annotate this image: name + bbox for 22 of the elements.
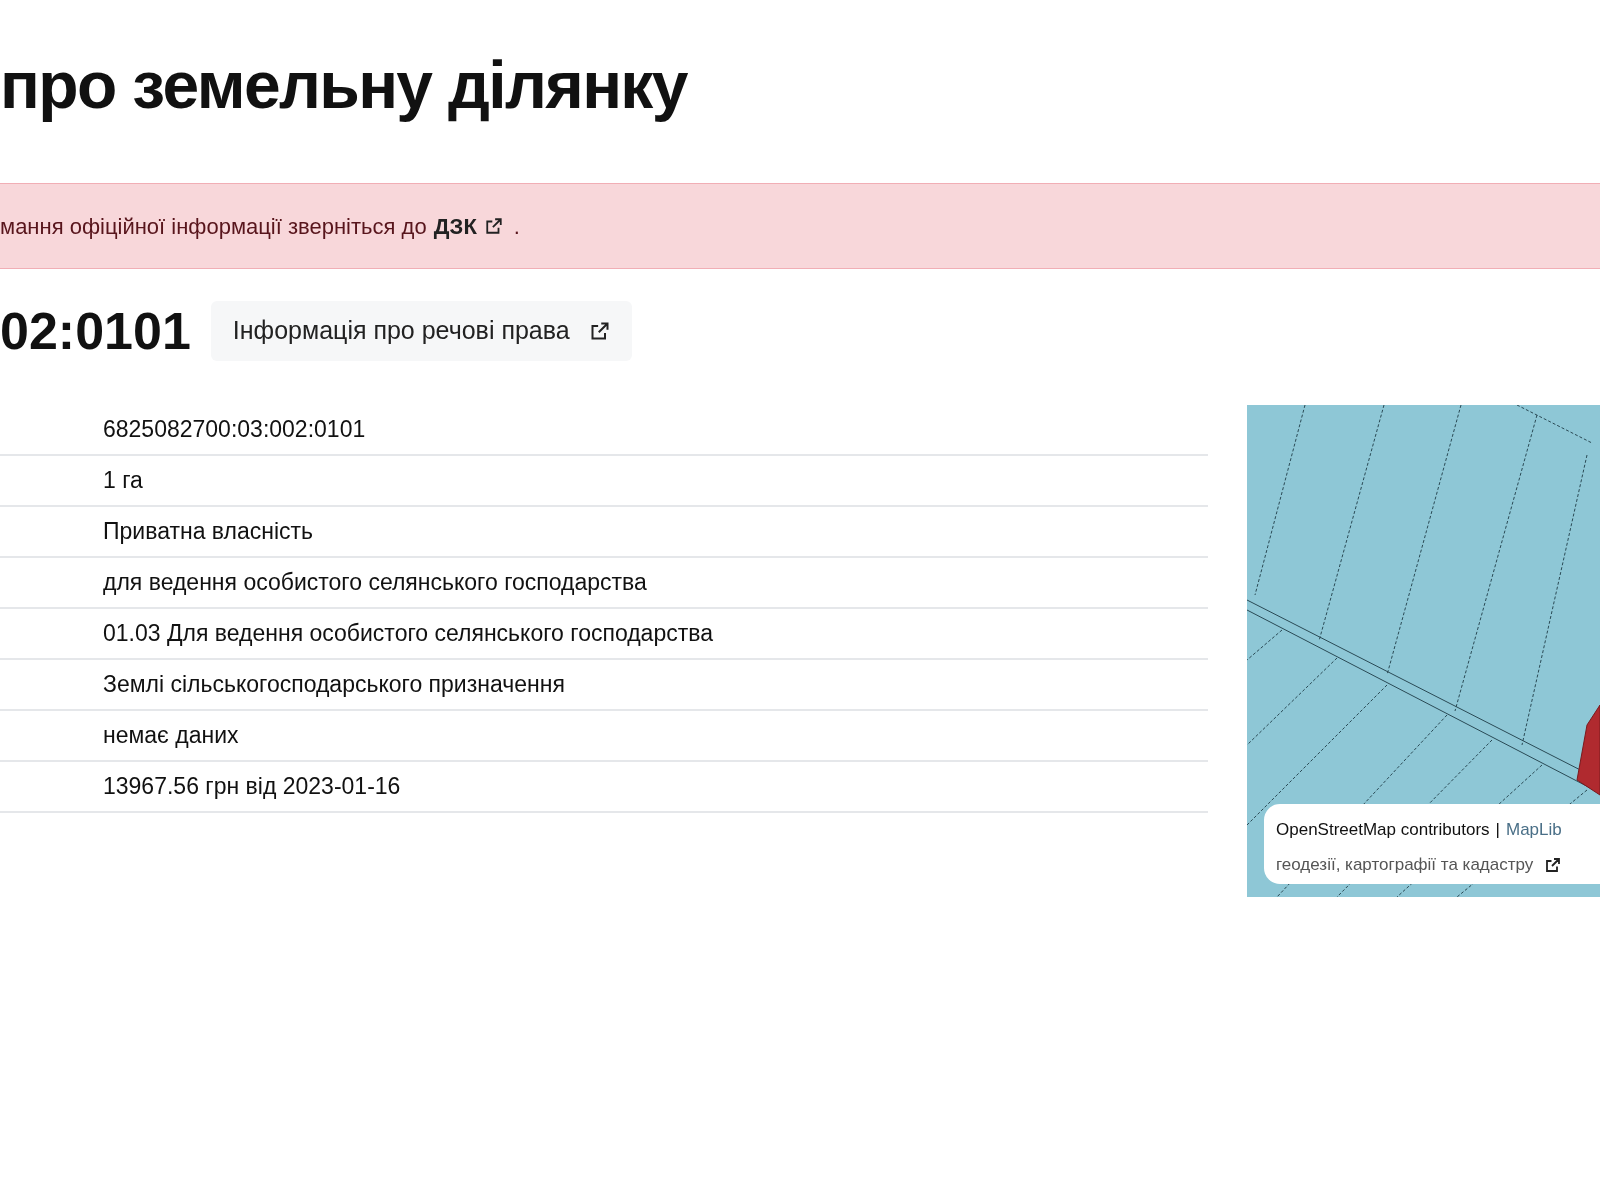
external-link-icon (1545, 856, 1562, 873)
map[interactable]: OpenStreetMap contributors | MapLib геодезії, картографії та кадастру (1247, 405, 1600, 897)
table-cell-text: Приватна власність (103, 517, 314, 547)
table-cell-text: немає даних (103, 721, 239, 751)
table-cell-text: 13967.56 грн від 2023-01-16 (103, 772, 401, 802)
separator: | (1495, 819, 1500, 841)
page-title: про земельну ділянку (0, 52, 689, 124)
property-rights-button[interactable]: Інформація про речові права (210, 301, 632, 361)
external-link-icon (484, 217, 503, 235)
maplib-link[interactable]: MapLib (1506, 812, 1562, 847)
table-cell-text: 01.03 Для ведення особистого селянського господарства (103, 619, 713, 649)
alert-period: . (513, 212, 520, 241)
table-cell-text: Землі сільськогосподарського призначення (103, 670, 565, 700)
table-cell-text: 6825082700:03:002:0101 (103, 415, 366, 445)
osm-link[interactable]: OpenStreetMap contributors (1276, 812, 1490, 847)
agency-link[interactable]: геодезії, картографії та кадастру (1276, 847, 1534, 882)
cadastral-number: 02:0101 (0, 305, 191, 357)
dzk-link[interactable]: ДЗК (433, 209, 503, 243)
table-cell-text: 1 га (103, 466, 143, 496)
table-cell-text: для ведення особистого селянського господарства (103, 568, 647, 598)
alert-text: мання офіційної інформації зверніться до (0, 212, 427, 241)
external-link-icon (589, 321, 610, 341)
